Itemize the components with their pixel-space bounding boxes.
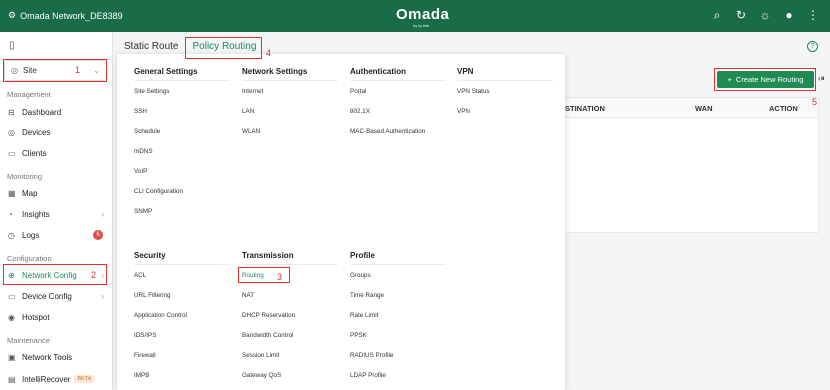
menu-title-general: General Settings <box>134 67 198 76</box>
menu-item-vpn[interactable]: VPN <box>457 108 470 115</box>
menu-item-internet[interactable]: Internet <box>242 88 263 95</box>
devices-icon: ◎ <box>8 127 15 137</box>
section-maintenance: Maintenance <box>7 336 50 345</box>
annotation-number-2: 2 <box>91 270 97 280</box>
menu-title-security: Security <box>134 251 166 260</box>
top-bar: ⚙ Omada Network_DE8389 Omada by tp-link … <box>0 0 830 32</box>
section-configuration: Configuration <box>7 254 52 263</box>
help-icon[interactable]: ? <box>807 41 818 52</box>
account-icon[interactable]: ● <box>782 8 796 23</box>
sidebar-item-map[interactable]: ▦ Map <box>4 184 108 202</box>
beta-badge: BETA <box>74 375 95 383</box>
search-icon[interactable]: ⌕ <box>710 8 724 23</box>
sidebar-item-dashboard[interactable]: ⊟ Dashboard <box>4 103 108 121</box>
brand-sub: by tp-link <box>413 23 430 28</box>
menu-item-gateway-qos[interactable]: Gateway QoS <box>242 372 281 379</box>
menu-item-site-settings[interactable]: Site Settings <box>134 88 169 95</box>
routing-table: STINATION WAN ACTION <box>563 97 819 233</box>
annotation-number-3: 3 <box>277 272 283 282</box>
logs-count-badge: 6 <box>93 230 103 240</box>
collapse-panel-icon[interactable]: ‹⏸ <box>818 74 825 84</box>
menu-item-radius-profile[interactable]: RADIUS Profile <box>350 352 393 359</box>
insights-icon: ◔ <box>8 209 13 219</box>
section-management: Management <box>7 90 51 99</box>
menu-item-ldap-profile[interactable]: LDAP Profile <box>350 372 386 379</box>
sidebar-item-hotspot[interactable]: ◉ Hotspot <box>4 308 108 326</box>
sidebar: ▯ ◎ Site ⌄ Management ⊟ Dashboard ◎ Device… <box>0 32 113 390</box>
sidebar-item-network-tools[interactable]: ▣ Network Tools <box>4 348 108 366</box>
menu-item-url-filtering[interactable]: URL Filtering <box>134 292 171 299</box>
menu-item-time-range[interactable]: Time Range <box>350 292 384 299</box>
brand-logo: Omada <box>396 6 450 23</box>
more-icon[interactable]: ⋮ <box>806 8 820 23</box>
menu-item-wlan[interactable]: WLAN <box>242 128 260 135</box>
annotation-number-5: 5 <box>812 97 818 107</box>
chevron-right-icon: › <box>101 291 104 301</box>
menu-item-application-control[interactable]: Application Control <box>134 312 187 319</box>
annotation-number-1: 1 <box>75 65 81 75</box>
sidebar-toggle-icon[interactable]: ▯ <box>9 40 15 51</box>
menu-item-portal[interactable]: Portal <box>350 88 366 95</box>
menu-item-ssh[interactable]: SSH <box>134 108 147 115</box>
menu-title-vpn: VPN <box>457 67 474 76</box>
menu-item-snmp[interactable]: SNMP <box>134 208 152 215</box>
col-action: ACTION <box>769 104 798 113</box>
device-config-icon: ▭ <box>8 291 16 301</box>
menu-item-lan[interactable]: LAN <box>242 108 254 115</box>
menu-title-network: Network Settings <box>242 67 308 76</box>
chevron-right-icon: › <box>101 209 104 219</box>
network-name: Omada Network_DE8389 <box>20 10 123 21</box>
menu-item-vpn-status[interactable]: VPN Status <box>457 88 490 95</box>
menu-item-mdns[interactable]: mDNS <box>134 148 153 155</box>
annotation-number-4: 4 <box>266 48 272 58</box>
sidebar-item-device-config[interactable]: ▭ Device Config › <box>4 287 108 305</box>
refresh-icon[interactable]: ↻ <box>734 8 748 23</box>
menu-item-mac-auth[interactable]: MAC-Based Authentication <box>350 128 425 135</box>
network-config-menu: General Settings Network Settings Authen… <box>117 54 565 390</box>
menu-title-transmission: Transmission <box>242 251 294 260</box>
sidebar-item-intellirecover[interactable]: ▤ IntelliRecover BETA <box>4 370 108 388</box>
map-icon: ▦ <box>8 188 16 198</box>
network-icon: ⚙ <box>8 10 17 20</box>
col-wan: WAN <box>695 104 713 113</box>
menu-title-authentication: Authentication <box>350 67 406 76</box>
annotation-box-create <box>714 68 816 91</box>
menu-item-firewall[interactable]: Firewall <box>134 352 156 359</box>
sidebar-item-clients[interactable]: ▭ Clients <box>4 144 108 162</box>
theme-icon[interactable]: ☼ <box>758 8 772 23</box>
table-header: STINATION WAN ACTION <box>564 98 818 118</box>
tools-icon: ▣ <box>8 352 16 362</box>
menu-title-profile: Profile <box>350 251 375 260</box>
menu-item-session-limit[interactable]: Session Limit <box>242 352 279 359</box>
recover-icon: ▤ <box>8 374 16 384</box>
menu-item-acl[interactable]: ACL <box>134 272 146 279</box>
hotspot-icon: ◉ <box>8 312 15 322</box>
menu-item-8021x[interactable]: 802.1X <box>350 108 370 115</box>
annotation-box-routing <box>238 267 290 283</box>
menu-item-ppsk[interactable]: PPSK <box>350 332 367 339</box>
menu-item-rate-limit[interactable]: Rate Limit <box>350 312 378 319</box>
menu-item-impb[interactable]: IMPB <box>134 372 149 379</box>
section-monitoring: Monitoring <box>7 172 43 181</box>
annotation-box-site <box>3 59 107 82</box>
menu-item-schedule[interactable]: Schedule <box>134 128 160 135</box>
menu-item-dhcp-reservation[interactable]: DHCP Reservation <box>242 312 295 319</box>
menu-item-nat[interactable]: NAT <box>242 292 254 299</box>
menu-item-voip[interactable]: VoIP <box>134 168 147 175</box>
menu-item-bandwidth-control[interactable]: Bandwidth Control <box>242 332 293 339</box>
sidebar-item-logs[interactable]: ◷ Logs 6 <box>4 226 108 244</box>
network-selector[interactable]: ⚙ Omada Network_DE8389 <box>8 10 123 21</box>
menu-item-cli-configuration[interactable]: CLI Configuration <box>134 188 183 195</box>
menu-item-ids-ips[interactable]: IDS/IPS <box>134 332 156 339</box>
menu-item-groups[interactable]: Groups <box>350 272 371 279</box>
sidebar-item-devices[interactable]: ◎ Devices <box>4 123 108 141</box>
logs-icon: ◷ <box>8 230 15 240</box>
col-destination: STINATION <box>565 104 605 113</box>
dashboard-icon: ⊟ <box>8 107 15 117</box>
annotation-box-policy-routing <box>185 37 262 59</box>
clients-icon: ▭ <box>8 148 16 158</box>
sidebar-item-insights[interactable]: ◔ Insights › <box>4 205 108 223</box>
